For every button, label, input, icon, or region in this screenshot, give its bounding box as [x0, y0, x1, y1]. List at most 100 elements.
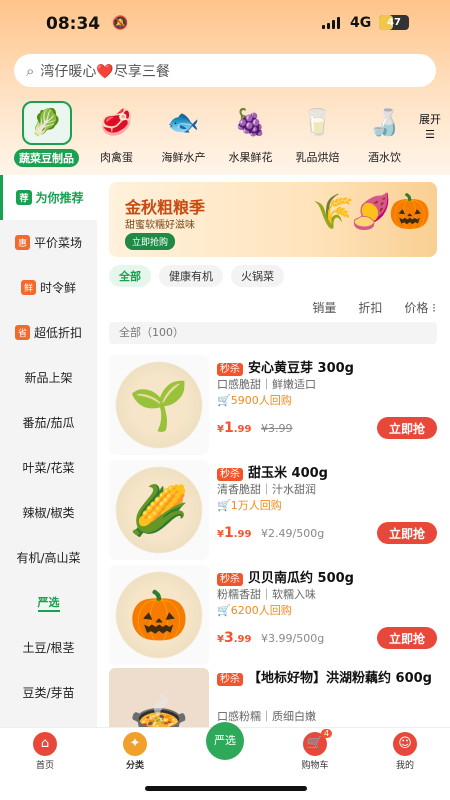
signal-icon — [322, 17, 340, 29]
category-veg[interactable]: 🥬 蔬菜豆制品 — [14, 101, 79, 171]
sidebar-item-leafy[interactable]: 叶菜/花菜 — [0, 445, 97, 490]
category-drinks[interactable]: 🍶 酒水饮 — [355, 101, 414, 171]
sort-sales[interactable]: 销量 — [312, 299, 336, 316]
mute-bell-icon: 🔕 — [112, 16, 129, 31]
banner-title: 金秋粗粮季 — [125, 198, 206, 217]
sidebar-item-beans[interactable]: 豆类/芽苗 — [0, 670, 97, 715]
price-int: 3 — [223, 630, 234, 646]
price-dec: .99 — [233, 424, 252, 435]
original-price: ¥3.99 — [261, 422, 293, 435]
discount-tag: 惠 — [14, 235, 30, 250]
sidebar-item-root[interactable]: 土豆/根茎 — [0, 625, 97, 670]
sidebar-item-label: 新品上架 — [24, 371, 73, 385]
search-icon: ⌕ — [26, 61, 35, 80]
buy-now-button[interactable]: 立即抢 — [377, 522, 437, 544]
flash-sale-badge: 秒杀 — [217, 468, 243, 481]
sidebar-item-tomato[interactable]: 番茄/茄瓜 — [0, 400, 97, 445]
promo-banner[interactable]: 金秋粗粮季 甜蜜软糯好滋味 立即抢购 🌾🍠🎃 — [109, 182, 437, 257]
tab-selected[interactable]: 严选 — [195, 722, 255, 760]
cart-badge: 4 — [321, 729, 333, 738]
unit-price: ¥3.99/500g — [261, 632, 325, 645]
product-title: 甜玉米 400g — [248, 466, 328, 481]
battery-label: 47 — [387, 17, 401, 28]
buy-now-button[interactable]: 立即抢 — [377, 417, 437, 439]
filter-chip-hotpot[interactable]: 火锅菜 — [231, 265, 284, 287]
product-item[interactable]: 🌽 秒杀 甜玉米 400g 清香脆甜｜汁水甜润 🛒1万人回购 ¥1.99 ¥2.4… — [109, 460, 437, 565]
filter-chip-all[interactable]: 全部 — [109, 265, 151, 287]
category-label: 肉禽蛋 — [100, 151, 133, 164]
sidebar-item-label: 有机/高山菜 — [16, 551, 81, 565]
sidebar-item-organic[interactable]: 有机/高山菜 — [0, 535, 97, 580]
sidebar-item-new[interactable]: 新品上架 — [0, 355, 97, 400]
category-dairy[interactable]: 🥛 乳品烘焙 — [288, 101, 347, 171]
status-time: 08:34 — [46, 14, 101, 34]
fish-icon: 🐟 — [167, 108, 200, 138]
product-item[interactable]: 🌱 秒杀 安心黄豆芽 300g 口感脆甜｜鲜嫩适口 🛒5900人回购 ¥1.99 … — [109, 355, 437, 460]
category-label: 酒水饮 — [368, 151, 401, 164]
repurchase-count: 🛒1万人回购 — [217, 499, 282, 512]
network-label: 4G — [350, 15, 372, 31]
meat-icon: 🥩 — [100, 108, 133, 138]
user-icon: ☺ — [393, 732, 417, 756]
tab-cart[interactable]: 🛒 4 购物车 — [285, 729, 345, 771]
product-item[interactable]: 🎃 秒杀 贝贝南瓜约 500g 粉糯香甜｜软糯入味 🛒6200人回购 ¥3.99 … — [109, 565, 437, 670]
sidebar-item-label: 超低折扣 — [34, 326, 83, 340]
sidebar-item-label: 叶菜/花菜 — [22, 461, 75, 475]
flash-sale-badge: 秒杀 — [217, 363, 243, 376]
sidebar-item-label: 番茄/茄瓜 — [22, 416, 75, 430]
category-meat[interactable]: 🥩 肉禽蛋 — [87, 101, 146, 171]
expand-button[interactable]: 展开 ☰ — [418, 112, 442, 142]
corn-icon: 🌽 — [109, 460, 209, 560]
home-indicator — [145, 786, 307, 791]
filter-chips: 全部 健康有机 火锅菜 — [109, 265, 284, 287]
product-desc: 粉糯香甜｜软糯入味 — [217, 588, 316, 601]
tab-category[interactable]: ✦ 分类 — [105, 732, 165, 771]
tab-home[interactable]: ⌂ 首页 — [15, 732, 75, 771]
tab-label: 我的 — [395, 761, 414, 771]
sort-discount[interactable]: 折扣 — [358, 299, 382, 316]
product-item[interactable]: 🍲 秒杀 【地标好物】洪湖粉藕约 600g 口感粉糯｜质细白嫩 — [109, 668, 437, 727]
product-panel: 金秋粗粮季 甜蜜软糯好滋味 立即抢购 🌾🍠🎃 全部 健康有机 火锅菜 销量 折扣… — [97, 175, 450, 727]
battery-icon: 47 — [379, 15, 409, 30]
product-name: 秒杀 贝贝南瓜约 500g — [217, 567, 437, 586]
filter-chip-organic[interactable]: 健康有机 — [159, 265, 223, 287]
category-label: 海鲜水产 — [161, 151, 206, 164]
product-title: 贝贝南瓜约 500g — [248, 571, 354, 586]
bean-sprout-icon: 🌱 — [109, 355, 209, 455]
selected-icon: 严选 — [206, 722, 244, 760]
search-placeholder: 湾仔暖心❤️尽享三餐 — [40, 63, 170, 80]
sidebar-item-label: 豆类/芽苗 — [22, 686, 75, 700]
sort-bar: 销量 折扣 价格 ⁝ — [312, 299, 436, 316]
tab-label: 分类 — [125, 761, 144, 771]
product-title: 安心黄豆芽 300g — [248, 361, 354, 376]
fresh-tag: 鲜 — [20, 280, 36, 295]
unit-price: ¥2.49/500g — [261, 527, 325, 540]
banner-subtitle: 甜蜜软糯好滋味 — [125, 220, 195, 231]
sidebar-item-selected[interactable]: 严选 — [0, 580, 97, 625]
flash-sale-badge: 秒杀 — [217, 573, 243, 586]
lotus-root-icon: 🍲 — [109, 668, 209, 727]
menu-icon: ☰ — [425, 128, 435, 141]
sidebar-item-market[interactable]: 惠平价菜场 — [0, 220, 97, 265]
grain-illustration-icon: 🌾🍠🎃 — [311, 192, 431, 232]
category-label: 水果鲜花 — [228, 151, 273, 164]
product-price: ¥3.99 — [217, 630, 252, 646]
grape-icon: 🍇 — [234, 108, 267, 138]
banner-button[interactable]: 立即抢购 — [125, 233, 176, 250]
home-icon: ⌂ — [33, 732, 57, 756]
sidebar-item-pepper[interactable]: 辣椒/椒类 — [0, 490, 97, 535]
category-fruit[interactable]: 🍇 水果鲜花 — [221, 101, 280, 171]
search-bar[interactable]: ⌕ 湾仔暖心❤️尽享三餐 — [14, 54, 436, 87]
price-dec: .99 — [233, 529, 252, 540]
category-seafood[interactable]: 🐟 海鲜水产 — [154, 101, 213, 171]
sidebar-item-recommend[interactable]: 荐为你推荐 — [0, 175, 97, 220]
buy-now-button[interactable]: 立即抢 — [377, 627, 437, 649]
sidebar-item-lowprice[interactable]: 省超低折扣 — [0, 310, 97, 355]
price-dec: .99 — [233, 634, 252, 645]
sort-price[interactable]: 价格 ⁝ — [404, 299, 436, 316]
sidebar-item-seasonal[interactable]: 鲜时令鲜 — [0, 265, 97, 310]
product-desc: 口感脆甜｜鲜嫩适口 — [217, 378, 316, 391]
sidebar-item-label: 平价菜场 — [34, 236, 83, 250]
save-tag: 省 — [14, 325, 30, 340]
tab-profile[interactable]: ☺ 我的 — [375, 732, 435, 771]
